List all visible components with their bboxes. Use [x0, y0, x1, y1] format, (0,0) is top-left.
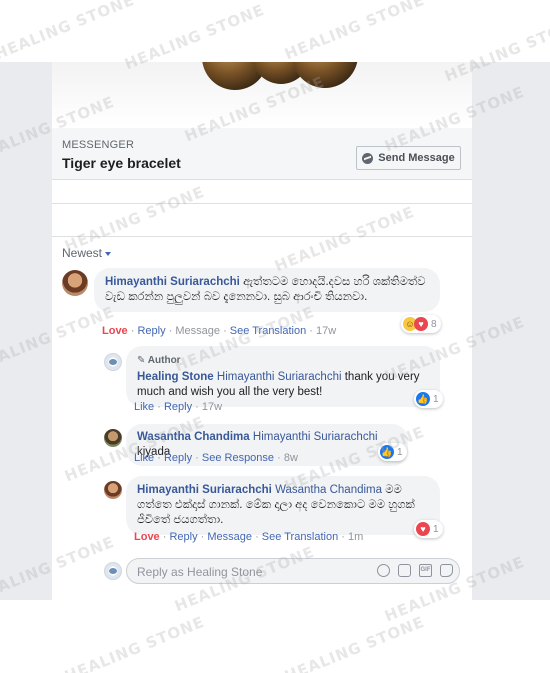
post-card: MESSENGER Tiger eye bracelet Send Messag…	[52, 62, 472, 600]
see-translation-link[interactable]: See Translation	[230, 325, 306, 337]
send-message-button[interactable]: Send Message	[356, 146, 461, 170]
product-photo[interactable]	[52, 62, 472, 128]
comment-author[interactable]: Wasantha Chandima	[137, 431, 250, 443]
camera-icon[interactable]	[398, 564, 411, 577]
messenger-section: MESSENGER Tiger eye bracelet Send Messag…	[52, 128, 472, 180]
comment-author[interactable]: Himayanthi Suriarachchi	[105, 276, 240, 288]
comment-bubble: Himayanthi Suriarachchi ඇත්තටම හොදයි.දවස…	[94, 268, 440, 312]
timestamp[interactable]: 17w	[316, 325, 336, 337]
reply-link[interactable]: Reply	[169, 531, 197, 543]
reaction-summary[interactable]: 👍 1	[414, 390, 443, 408]
love-icon: ♥	[416, 522, 430, 536]
message-link[interactable]: Message	[207, 531, 252, 543]
reaction-count: 8	[431, 318, 437, 330]
timestamp[interactable]: 8w	[284, 452, 298, 464]
love-link[interactable]: Love	[102, 325, 128, 337]
mention-tag[interactable]: Wasantha Chandima	[275, 484, 382, 496]
message-link[interactable]: Message	[175, 325, 220, 337]
caret-down-icon	[105, 251, 112, 256]
reaction-count: 1	[433, 523, 439, 535]
like-icon: 👍	[380, 445, 394, 459]
avatar[interactable]	[62, 270, 88, 296]
love-icon: ♥	[414, 317, 428, 331]
divider	[52, 203, 472, 204]
reply-placeholder: Reply as Healing Stone	[137, 565, 263, 579]
reply-link[interactable]: Reply	[164, 452, 192, 464]
gif-icon[interactable]: GIF	[419, 564, 432, 577]
avatar[interactable]	[104, 481, 122, 499]
reaction-summary[interactable]: ☺ ♥ 8	[401, 315, 441, 333]
sticker-icon[interactable]	[440, 564, 453, 577]
watermark: HEALING STONE	[0, 0, 138, 64]
send-message-label: Send Message	[378, 152, 455, 164]
avatar[interactable]	[104, 429, 122, 447]
comment-bubble: ✎ Author Healing Stone Himayanthi Suriar…	[126, 346, 440, 407]
sort-label: Newest	[62, 246, 103, 260]
reply-tools: GIF	[377, 564, 453, 577]
avatar	[104, 562, 122, 580]
messenger-icon	[362, 152, 374, 164]
reaction-summary[interactable]: 👍 1	[378, 443, 407, 461]
product-title: Tiger eye bracelet	[62, 155, 181, 171]
comment-actions: Like · Reply · See Response · 8w	[134, 452, 298, 464]
mention-tag[interactable]: Himayanthi Suriarachchi	[217, 371, 342, 383]
reaction-count: 1	[433, 393, 439, 405]
emoji-icon[interactable]	[377, 564, 390, 577]
comment-author[interactable]: Healing Stone	[137, 371, 214, 383]
comment-actions: Love · Reply · Message · See Translation…	[102, 325, 337, 337]
divider	[52, 236, 472, 237]
comment-author[interactable]: Himayanthi Suriarachchi	[137, 484, 272, 496]
author-badge: ✎ Author	[137, 355, 181, 366]
messenger-label: MESSENGER	[62, 139, 135, 151]
tiger-eye-bead	[292, 62, 358, 88]
watermark: HEALING STONE	[62, 612, 208, 673]
sort-dropdown[interactable]: Newest	[62, 246, 112, 260]
mention-tag[interactable]: Himayanthi Suriarachchi	[253, 431, 378, 443]
like-link[interactable]: Like	[134, 401, 154, 413]
watermark: HEALING STONE	[282, 612, 428, 673]
timestamp[interactable]: 1m	[348, 531, 363, 543]
see-response-link[interactable]: See Response	[202, 452, 274, 464]
comment-actions: Love · Reply · Message · See Translation…	[134, 531, 364, 543]
timestamp[interactable]: 17w	[202, 401, 222, 413]
reply-link[interactable]: Reply	[164, 401, 192, 413]
comment-bubble: Himayanthi Suriarachchi Wasantha Chandim…	[126, 476, 440, 535]
comment-actions: Like · Reply · 17w	[134, 401, 223, 413]
love-link[interactable]: Love	[134, 531, 160, 543]
like-link[interactable]: Like	[134, 452, 154, 464]
reply-link[interactable]: Reply	[137, 325, 165, 337]
reaction-summary[interactable]: ♥ 1	[414, 520, 443, 538]
watermark: HEALING STONE	[282, 0, 428, 64]
reaction-count: 1	[397, 446, 403, 458]
reply-input[interactable]: Reply as Healing Stone GIF	[126, 558, 460, 584]
like-icon: 👍	[416, 392, 430, 406]
see-translation-link[interactable]: See Translation	[262, 531, 338, 543]
avatar[interactable]	[104, 353, 122, 371]
